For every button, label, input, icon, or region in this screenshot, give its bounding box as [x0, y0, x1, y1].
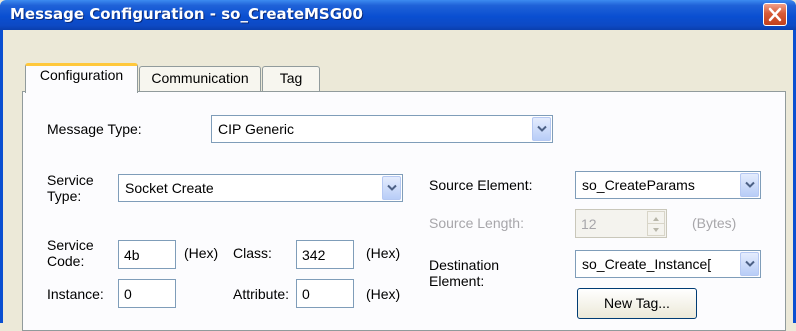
source-element-value: so_CreateParams: [582, 177, 695, 193]
class-input[interactable]: 342: [296, 240, 354, 269]
window-frame-left: [0, 30, 3, 323]
class-hex-label: (Hex): [366, 245, 401, 261]
message-type-label: Message Type:: [47, 121, 142, 137]
spin-up-icon[interactable]: [648, 212, 664, 224]
chevron-down-icon: [745, 260, 755, 267]
new-tag-button[interactable]: New Tag...: [577, 288, 697, 319]
class-value: 342: [302, 246, 326, 263]
close-button[interactable]: [763, 3, 787, 26]
service-type-value: Socket Create: [125, 180, 214, 196]
service-code-hex-label: (Hex): [184, 245, 219, 261]
service-code-value: 4b: [124, 246, 140, 263]
service-type-select[interactable]: Socket Create: [118, 174, 403, 202]
tab-tag[interactable]: Tag: [262, 66, 320, 92]
spin-down-icon[interactable]: [648, 224, 664, 236]
destination-element-value: so_Create_Instance[: [582, 256, 712, 272]
destination-element-select[interactable]: so_Create_Instance[: [575, 250, 761, 278]
message-type-dropdown-button[interactable]: [532, 117, 551, 141]
tab-configuration-label: Configuration: [39, 67, 124, 83]
attribute-input[interactable]: 0: [296, 279, 354, 308]
new-tag-button-label: New Tag...: [604, 295, 670, 311]
instance-value: 0: [124, 285, 132, 302]
source-length-spin-buttons[interactable]: [647, 211, 665, 236]
chevron-down-icon: [387, 184, 397, 191]
source-length-spinner[interactable]: 12: [575, 209, 667, 238]
service-code-label: Service Code:: [47, 237, 94, 269]
message-type-value: CIP Generic: [218, 121, 294, 137]
tab-tag-label: Tag: [279, 70, 303, 86]
source-element-dropdown-button[interactable]: [740, 173, 759, 197]
service-code-label-text: Service Code:: [47, 237, 94, 269]
close-icon: [768, 7, 782, 22]
tab-communication[interactable]: Communication: [139, 66, 261, 92]
source-element-select[interactable]: so_CreateParams: [575, 171, 761, 199]
attribute-label: Attribute:: [233, 286, 290, 302]
source-length-value: 12: [581, 215, 597, 232]
window-title: Message Configuration - so_CreateMSG00: [10, 5, 363, 23]
service-code-input[interactable]: 4b: [118, 240, 176, 269]
service-type-label-text: Service Type:: [47, 172, 94, 204]
message-configuration-dialog: Message Configuration - so_CreateMSG00 C…: [0, 0, 796, 331]
title-bar[interactable]: Message Configuration - so_CreateMSG00: [0, 0, 796, 30]
chevron-down-icon: [745, 181, 755, 188]
destination-element-label: Destination Element:: [429, 257, 499, 289]
attribute-hex-label: (Hex): [366, 286, 401, 302]
destination-element-label-text: Destination Element:: [429, 257, 500, 289]
tab-configuration[interactable]: Configuration: [25, 63, 138, 93]
bytes-label: (Bytes): [692, 215, 737, 231]
class-label: Class:: [233, 245, 272, 261]
service-type-dropdown-button[interactable]: [382, 176, 401, 200]
chevron-down-icon: [537, 125, 547, 132]
service-type-label: Service Type:: [47, 172, 94, 204]
instance-label: Instance:: [47, 286, 104, 302]
destination-element-dropdown-button[interactable]: [740, 252, 759, 276]
tab-communication-label: Communication: [151, 70, 249, 86]
source-length-label: Source Length:: [429, 215, 524, 231]
message-type-select[interactable]: CIP Generic: [211, 115, 553, 143]
source-element-label: Source Element:: [429, 177, 533, 193]
instance-input[interactable]: 0: [118, 279, 176, 308]
attribute-value: 0: [302, 285, 310, 302]
